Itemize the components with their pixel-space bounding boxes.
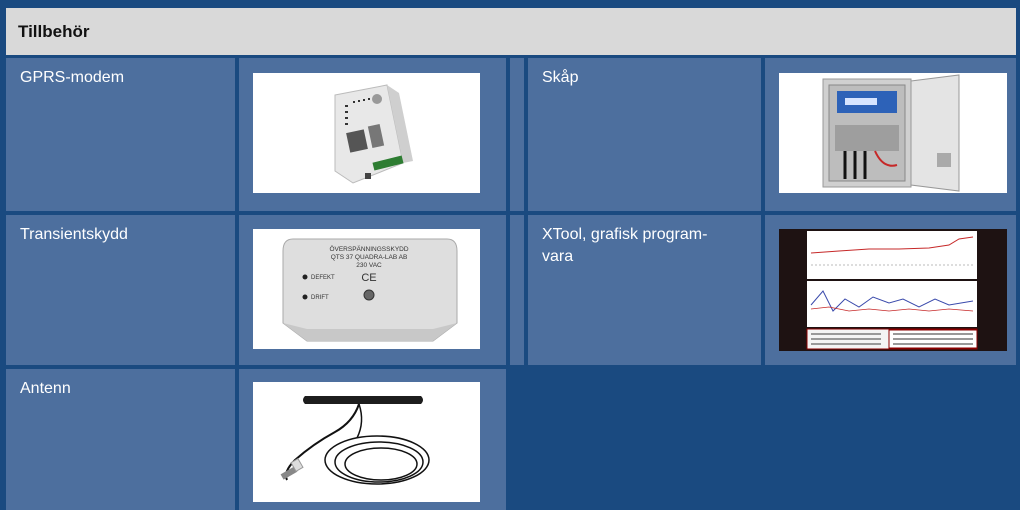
cell-cabinet-image [765, 58, 1016, 211]
cell-transient-image: ÖVERSPÄNNINGSSKYDD QTS 37 QUADRA-LAB AB … [239, 215, 506, 365]
transient-protection-image: ÖVERSPÄNNINGSSKYDD QTS 37 QUADRA-LAB AB … [253, 229, 480, 349]
cell-spacer [510, 58, 524, 211]
cell-xtool-label: XTool, grafisk program- vara [528, 215, 761, 365]
cell-xtool-image [765, 215, 1016, 365]
cell-antenna-image [239, 369, 506, 510]
item-label: Skåp [542, 69, 579, 86]
drift-label: DRIFT [311, 295, 329, 301]
transient-text-1: ÖVERSPÄNNINGSSKYDD [329, 245, 408, 253]
transient-text-2: QTS 37 QUADRA-LAB AB [331, 254, 408, 261]
table-header: Tillbehör [6, 8, 1016, 55]
cell-gprs-label: GPRS-modem [6, 58, 235, 211]
xtool-screenshot-image [779, 229, 1007, 351]
item-label: Transientskydd [20, 226, 128, 243]
cell-cabinet-label: Skåp [528, 58, 761, 211]
table-title: Tillbehör [18, 21, 90, 41]
item-label: GPRS-modem [20, 69, 125, 86]
gprs-modem-image [253, 73, 480, 193]
ce-mark: CE [361, 272, 376, 284]
antenna-image [253, 382, 480, 502]
cell-antenna-label: Antenn [6, 369, 235, 510]
cell-gprs-image [239, 58, 506, 211]
item-label: XTool, grafisk program- vara [528, 215, 761, 268]
item-label-line: XTool, grafisk program- [542, 226, 708, 243]
cabinet-image [779, 73, 1007, 193]
transient-text-3: 230 VAC [356, 262, 382, 269]
cell-spacer [510, 215, 524, 365]
item-label-line: vara [542, 248, 574, 265]
accessories-table: Tillbehör GPRS-modem Skåp Transientskydd… [0, 0, 1020, 510]
defekt-label: DEFEKT [311, 275, 335, 281]
cell-transient-label: Transientskydd [6, 215, 235, 365]
item-label: Antenn [20, 380, 71, 397]
